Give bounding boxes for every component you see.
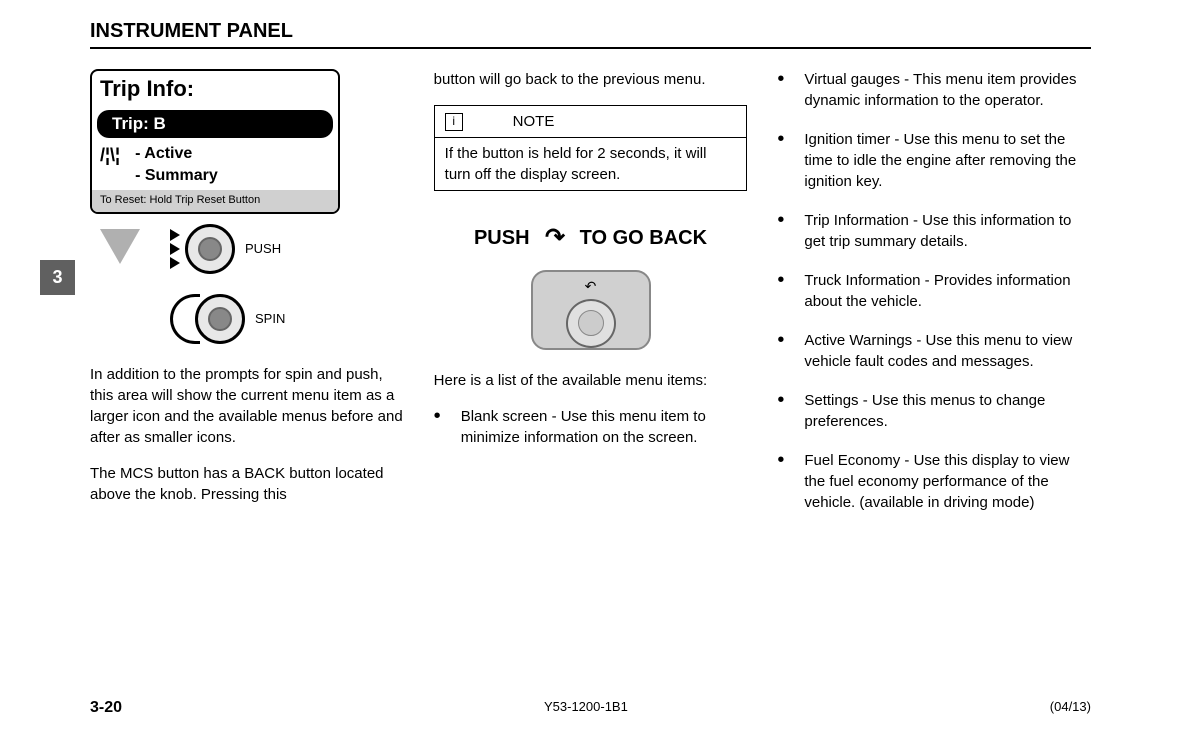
note-header: i NOTE bbox=[435, 106, 747, 138]
list-item: • Truck Information - Provides informati… bbox=[777, 270, 1091, 312]
arrow-down-icon bbox=[100, 229, 140, 264]
list-text: Fuel Economy - Use this display to view … bbox=[804, 450, 1091, 513]
content-area: Trip Info: Trip: B /¦\¦ - Active - Summa… bbox=[90, 69, 1091, 531]
col2-para2: Here is a list of the available menu ite… bbox=[434, 370, 748, 391]
knob-illustration: PUSH SPIN bbox=[90, 224, 404, 344]
list-item: • Trip Information - Use this informatio… bbox=[777, 210, 1091, 252]
list-item: • Blank screen - Use this menu item to m… bbox=[434, 406, 748, 448]
bullet-icon: • bbox=[777, 450, 784, 513]
push-back-illustration: PUSH ↶ TO GO BACK ↶ bbox=[434, 221, 748, 350]
col2-para1: button will go back to the previous menu… bbox=[434, 69, 748, 90]
page-number: 3-20 bbox=[90, 699, 122, 717]
list-text: Active Warnings - Use this menu to view … bbox=[804, 330, 1091, 372]
column-1: Trip Info: Trip: B /¦\¦ - Active - Summa… bbox=[90, 69, 404, 531]
info-icon: i bbox=[445, 113, 463, 131]
trip-selected-bar: Trip: B bbox=[97, 110, 333, 138]
page-header: INSTRUMENT PANEL bbox=[90, 20, 1091, 49]
column-2: button will go back to the previous menu… bbox=[434, 69, 748, 531]
page-footer: 3-20 Y53-1200-1B1 (04/13) bbox=[90, 699, 1091, 717]
col1-para2: The MCS button has a BACK button located… bbox=[90, 463, 404, 505]
knob-spin-row: SPIN bbox=[170, 294, 285, 344]
bullet-icon: • bbox=[434, 406, 441, 448]
bullet-icon: • bbox=[777, 69, 784, 111]
go-back-label: TO GO BACK bbox=[580, 224, 707, 252]
note-label: NOTE bbox=[513, 111, 555, 132]
push-label: PUSH bbox=[474, 224, 530, 252]
column-3: • Virtual gauges - This menu item provid… bbox=[777, 69, 1091, 531]
document-date: (04/13) bbox=[1050, 699, 1091, 717]
back-button-image: ↶ bbox=[434, 270, 748, 350]
bullet-icon: • bbox=[777, 330, 784, 372]
list-text: Truck Information - Provides information… bbox=[804, 270, 1091, 312]
knob-icon bbox=[195, 294, 245, 344]
list-item: • Active Warnings - Use this menu to vie… bbox=[777, 330, 1091, 372]
trip-option-active: - Active bbox=[135, 143, 218, 165]
back-knob-icon bbox=[566, 299, 616, 347]
chapter-tab: 3 bbox=[40, 260, 75, 295]
back-button-shape: ↶ bbox=[531, 270, 651, 350]
list-text: Virtual gauges - This menu item provides… bbox=[804, 69, 1091, 111]
note-box: i NOTE If the button is held for 2 secon… bbox=[434, 105, 748, 191]
note-body: If the button is held for 2 seconds, it … bbox=[435, 138, 747, 190]
list-text: Ignition timer - Use this menu to set th… bbox=[804, 129, 1091, 192]
push-back-text: PUSH ↶ TO GO BACK bbox=[434, 221, 748, 255]
knob-icon bbox=[185, 224, 235, 274]
list-text: Settings - Use this menus to change pref… bbox=[804, 390, 1091, 432]
bullet-icon: • bbox=[777, 270, 784, 312]
list-text: Trip Information - Use this information … bbox=[804, 210, 1091, 252]
slash-icon: /¦\¦ bbox=[100, 143, 120, 188]
small-back-arrow-icon: ↶ bbox=[585, 277, 597, 297]
trip-info-display: Trip Info: Trip: B /¦\¦ - Active - Summa… bbox=[90, 69, 340, 214]
trip-option-summary: - Summary bbox=[135, 165, 218, 187]
trip-info-title: Trip Info: bbox=[92, 71, 338, 108]
list-text: Blank screen - Use this menu item to min… bbox=[461, 406, 748, 448]
list-item: • Virtual gauges - This menu item provid… bbox=[777, 69, 1091, 111]
push-arrows-icon bbox=[170, 228, 180, 270]
col3-list: • Virtual gauges - This menu item provid… bbox=[777, 69, 1091, 513]
list-item: • Ignition timer - Use this menu to set … bbox=[777, 129, 1091, 192]
bullet-icon: • bbox=[777, 390, 784, 432]
trip-reset-text: To Reset: Hold Trip Reset Button bbox=[92, 190, 338, 211]
col1-para1: In addition to the prompts for spin and … bbox=[90, 364, 404, 448]
curved-arrow-icon: ↶ bbox=[545, 221, 565, 255]
push-label: PUSH bbox=[245, 240, 281, 258]
knob-container: PUSH SPIN bbox=[170, 224, 285, 344]
spin-label: SPIN bbox=[255, 310, 285, 328]
trip-options: - Active - Summary bbox=[135, 143, 218, 188]
list-item: • Settings - Use this menus to change pr… bbox=[777, 390, 1091, 432]
col2-list: • Blank screen - Use this menu item to m… bbox=[434, 406, 748, 448]
document-id: Y53-1200-1B1 bbox=[544, 699, 628, 717]
list-item: • Fuel Economy - Use this display to vie… bbox=[777, 450, 1091, 513]
knob-push-row: PUSH bbox=[170, 224, 285, 274]
trip-options-row: /¦\¦ - Active - Summary bbox=[92, 140, 338, 191]
bullet-icon: • bbox=[777, 129, 784, 192]
bullet-icon: • bbox=[777, 210, 784, 252]
